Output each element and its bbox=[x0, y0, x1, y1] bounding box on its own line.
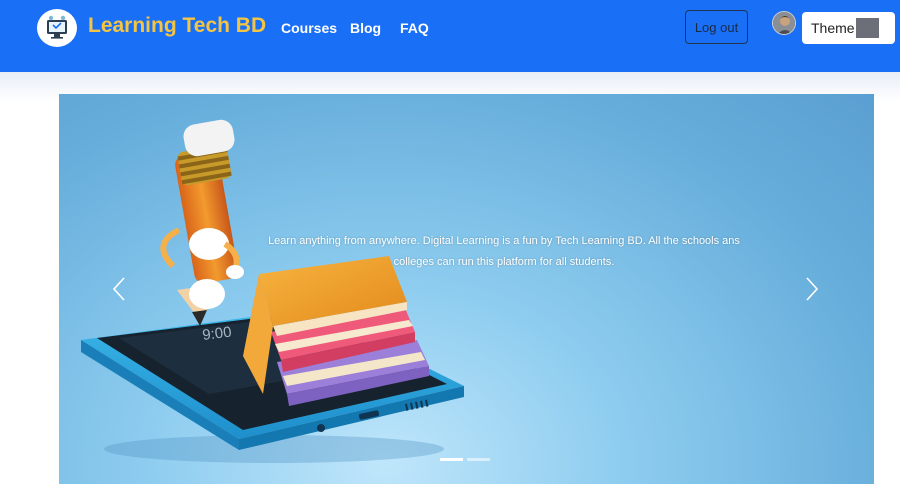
site-logo[interactable] bbox=[37, 9, 77, 47]
carousel-indicator-2[interactable] bbox=[467, 458, 490, 461]
chevron-left-icon bbox=[112, 277, 125, 301]
pencil-character bbox=[160, 119, 244, 326]
hero-carousel[interactable]: 9:00 Learn anything from anywhere. Digit… bbox=[59, 94, 874, 484]
nav-link-faq[interactable]: FAQ bbox=[400, 20, 429, 36]
theme-color-swatch[interactable] bbox=[856, 18, 879, 38]
carousel-indicator-1[interactable] bbox=[440, 458, 463, 461]
carousel-next-button[interactable] bbox=[800, 274, 824, 304]
hero-illustration: 9:00 bbox=[81, 119, 464, 463]
top-navbar: Learning Tech BD Courses Blog FAQ Log ou… bbox=[0, 0, 900, 72]
chevron-right-icon bbox=[806, 277, 819, 301]
computer-logo-icon bbox=[47, 15, 67, 39]
user-photo-icon bbox=[773, 12, 795, 34]
logout-button[interactable]: Log out bbox=[685, 10, 748, 44]
theme-label: Theme bbox=[811, 20, 855, 36]
carousel-caption: Learn anything from anywhere. Digital Le… bbox=[268, 235, 740, 268]
carousel-prev-button[interactable] bbox=[107, 274, 131, 304]
nav-link-courses[interactable]: Courses bbox=[281, 20, 337, 36]
theme-toggle[interactable]: Theme bbox=[802, 12, 895, 44]
brand-name[interactable]: Learning Tech BD bbox=[88, 14, 266, 38]
phone-clock: 9:00 bbox=[201, 324, 232, 344]
nav-link-blog[interactable]: Blog bbox=[350, 20, 381, 36]
carousel-indicators bbox=[440, 458, 490, 461]
user-avatar[interactable] bbox=[772, 11, 796, 35]
